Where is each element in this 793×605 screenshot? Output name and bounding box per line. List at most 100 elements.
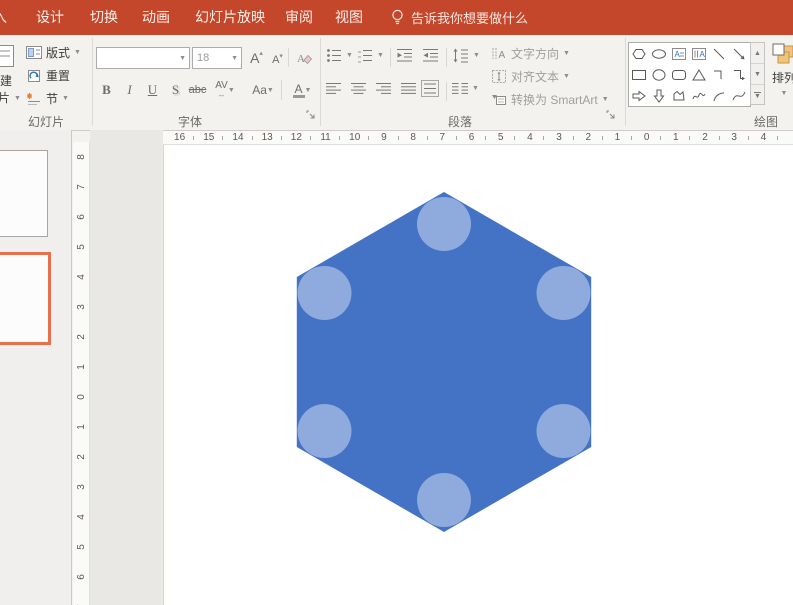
editor-canvas-gutter	[90, 130, 163, 605]
tab-view[interactable]: 视图	[335, 0, 363, 35]
gallery-shape-curve[interactable]	[729, 85, 749, 106]
gallery-more-button[interactable]: ▼	[751, 85, 764, 105]
increase-indent-button[interactable]	[422, 48, 439, 63]
underline-button[interactable]: U	[142, 80, 163, 100]
section-label: 节	[46, 90, 58, 107]
tab-review[interactable]: 审阅	[285, 0, 313, 35]
slide-thumbnail-2-selected[interactable]	[0, 252, 51, 345]
font-name-combobox[interactable]: ▼	[96, 47, 190, 69]
ruler-number: 7	[428, 131, 457, 144]
new-slide-label-1: 建	[0, 72, 12, 89]
character-spacing-button[interactable]: AV ↔ ▼	[212, 80, 238, 100]
tab-animations[interactable]: 动画	[142, 0, 170, 35]
align-right-button[interactable]	[376, 82, 392, 95]
shrink-font-button[interactable]: A ▾	[267, 50, 288, 70]
ruler-number: 0	[73, 389, 90, 405]
hexagon-shape[interactable]	[274, 192, 614, 532]
change-case-button[interactable]: Aa ▼	[248, 80, 278, 100]
bullets-button[interactable]: ▼	[326, 48, 353, 63]
oval-shape-icon	[651, 67, 667, 83]
gallery-shape-scribble[interactable]	[689, 85, 709, 106]
gallery-shape-textbox[interactable]: A	[669, 43, 689, 64]
gallery-shape-vertical-textbox[interactable]: A	[689, 43, 709, 64]
text-shadow-button[interactable]: S	[165, 80, 186, 100]
justify-icon	[401, 82, 417, 95]
gallery-shape-ellipse[interactable]	[649, 43, 669, 64]
line-spacing-button[interactable]: ▼	[452, 48, 480, 63]
ruler-number: 9	[369, 131, 398, 144]
elbow-connector-shape-icon	[711, 67, 727, 83]
layout-button[interactable]: 版式 ▼	[26, 44, 81, 61]
svg-text:A: A	[675, 50, 681, 59]
vertical-ruler: 8765432101234567	[73, 142, 90, 605]
ruler-number: 15	[194, 131, 223, 144]
decrease-indent-button[interactable]	[396, 48, 413, 63]
gallery-shape-rounded-rectangle[interactable]	[669, 64, 689, 85]
align-text-button[interactable]: 对齐文本 ▼	[491, 68, 570, 85]
vertex-circle-upper-right	[537, 266, 591, 320]
gallery-shape-down-arrow[interactable]	[649, 85, 669, 106]
slide-canvas[interactable]	[163, 145, 793, 605]
font-dialog-launcher[interactable]	[306, 110, 316, 120]
gallery-scroll-up-button[interactable]: ▲	[751, 43, 764, 64]
gallery-shape-arc[interactable]	[709, 85, 729, 106]
align-center-icon	[351, 82, 367, 95]
font-size-combobox[interactable]: 18 ▼	[192, 47, 242, 69]
slide-thumbnail-1[interactable]	[0, 150, 48, 237]
ruler-number: 5	[73, 539, 90, 555]
tab-insert-partial[interactable]: 入	[0, 0, 7, 35]
mini-separator	[446, 82, 447, 101]
numbering-button[interactable]: ▼	[357, 48, 384, 63]
gallery-shape-oval[interactable]	[649, 64, 669, 85]
bold-button[interactable]: B	[96, 80, 117, 100]
paragraph-dialog-launcher[interactable]	[606, 110, 616, 120]
clear-formatting-button[interactable]: A	[293, 48, 314, 68]
align-center-button[interactable]	[351, 82, 367, 95]
gallery-shape-rectangle[interactable]	[629, 64, 649, 85]
gallery-shape-triangle[interactable]	[689, 64, 709, 85]
gallery-shape-right-arrow[interactable]	[629, 85, 649, 106]
tab-transitions[interactable]: 切换	[90, 0, 118, 35]
vertex-circle-lower-left	[298, 404, 352, 458]
shadow-label: S	[172, 82, 179, 98]
strikethrough-button[interactable]: abc	[187, 80, 208, 100]
grow-font-button[interactable]: A ▴	[246, 48, 267, 68]
rectangle-shape-icon	[631, 67, 647, 83]
reset-button[interactable]: 重置	[26, 67, 70, 84]
dropdown-arrow-icon: ▼	[346, 52, 353, 59]
gallery-shape-freeform[interactable]	[669, 85, 689, 106]
grow-font-label: A	[250, 50, 259, 66]
section-button[interactable]: 节 ▼	[26, 90, 69, 107]
gallery-shape-hexagon[interactable]	[629, 43, 649, 64]
distribute-text-button[interactable]	[421, 80, 439, 97]
gallery-scroll-down-button[interactable]: ▼	[751, 64, 764, 85]
tell-me-box[interactable]: 告诉我你想要做什么	[391, 0, 528, 35]
justify-button[interactable]	[401, 82, 417, 95]
chevron-down-icon[interactable]: ▼	[228, 55, 241, 62]
align-left-button[interactable]	[326, 82, 342, 95]
ruler-number: 8	[73, 149, 90, 165]
dropdown-arrow-icon: ▼	[602, 96, 609, 103]
layout-icon	[26, 46, 42, 59]
font-size-value: 18	[193, 52, 228, 64]
columns-button[interactable]: ▼	[452, 82, 479, 95]
gallery-shape-line[interactable]	[709, 43, 729, 64]
convert-smartart-button[interactable]: 转换为 SmartArt ▼	[491, 91, 609, 108]
arc-shape-icon	[711, 88, 727, 104]
arrange-button[interactable]: 排列 ▼	[767, 43, 793, 115]
chevron-down-icon[interactable]: ▼	[176, 55, 189, 62]
strikethrough-label: abc	[189, 84, 207, 96]
tab-design[interactable]: 设计	[36, 0, 64, 35]
font-color-button[interactable]: A ▼	[288, 80, 316, 100]
ruler-number: 2	[690, 131, 719, 144]
tab-slideshow[interactable]: 幻灯片放映	[195, 0, 265, 35]
more-bar-icon	[754, 92, 761, 93]
scribble-shape-icon	[691, 88, 707, 104]
ribbon: 建 片 ▼ 版式 ▼ 重置	[0, 35, 793, 131]
text-direction-button[interactable]: A 文字方向 ▼	[491, 45, 570, 62]
gallery-shape-elbow-connector[interactable]	[709, 64, 729, 85]
gallery-shape-arrow[interactable]	[729, 43, 749, 64]
gallery-shape-elbow-arrow-connector[interactable]	[729, 64, 749, 85]
triangle-shape-icon	[691, 67, 707, 83]
italic-button[interactable]: I	[119, 80, 140, 100]
